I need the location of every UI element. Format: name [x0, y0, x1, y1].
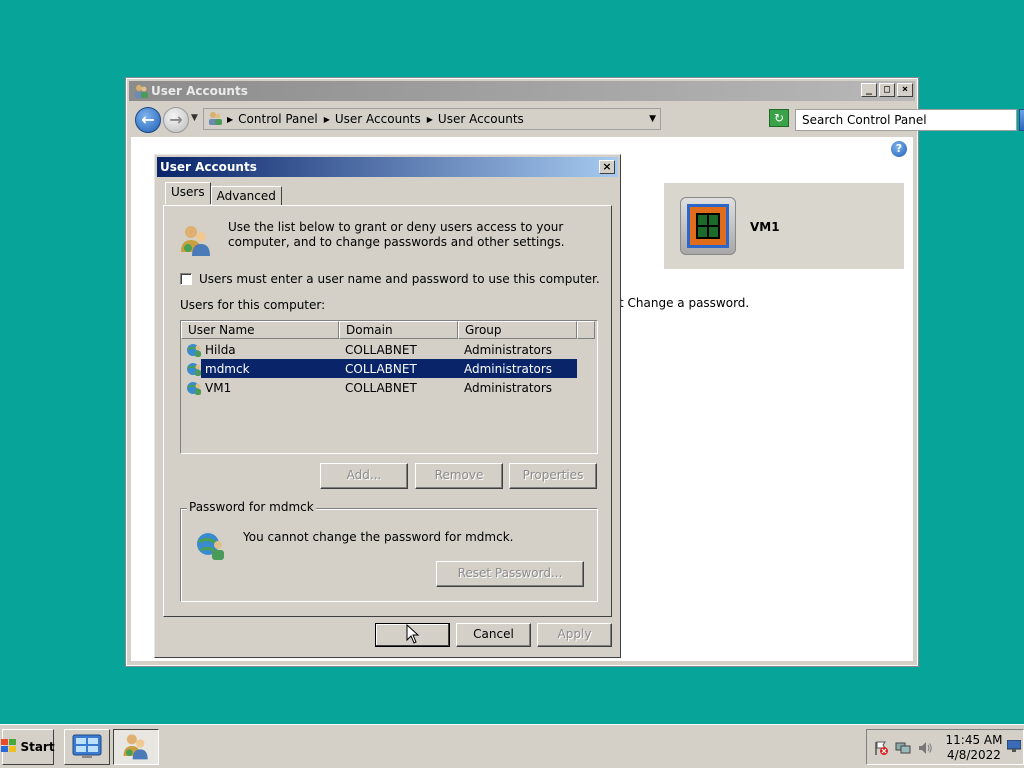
- users-icon: [178, 222, 214, 261]
- password-message: You cannot change the password for mdmck…: [243, 530, 514, 544]
- search-icon[interactable]: ⚲: [1019, 109, 1024, 131]
- domain-cell: COLLABNET: [345, 342, 417, 357]
- dialog-title-bar[interactable]: User Accounts ×: [157, 157, 618, 177]
- user-name-cell: Hilda: [205, 342, 236, 357]
- change-password-link[interactable]: t Change a password.: [619, 296, 749, 310]
- cancel-button[interactable]: Cancel: [456, 623, 531, 647]
- user-name-cell: VM1: [205, 380, 232, 395]
- apply-button[interactable]: Apply: [537, 623, 612, 647]
- account-card: VM1: [664, 183, 904, 269]
- password-groupbox: Password for mdmck You cannot change the…: [180, 500, 598, 602]
- column-domain[interactable]: Domain: [339, 321, 458, 339]
- clock[interactable]: 11:45 AM 4/8/2022: [945, 733, 1003, 763]
- group-cell: Administrators: [464, 361, 553, 376]
- action-center-flag-icon[interactable]: [873, 740, 889, 759]
- address-dropdown-icon[interactable]: ▼: [649, 114, 656, 124]
- listview-header: User Name Domain Group: [181, 321, 597, 339]
- user-name-cell: mdmck: [205, 361, 250, 376]
- breadcrumb-user-accounts[interactable]: ▶ User Accounts: [324, 112, 421, 126]
- require-login-checkbox[interactable]: [180, 273, 192, 285]
- breadcrumb-label: Control Panel: [238, 112, 318, 126]
- breadcrumb-user-accounts-current[interactable]: ▶ User Accounts: [427, 112, 524, 126]
- add-user-button[interactable]: Add...: [320, 463, 408, 489]
- table-row[interactable]: Hilda COLLABNET Administrators: [181, 340, 597, 359]
- table-row-selected[interactable]: mdmck COLLABNET Administrators: [181, 359, 597, 378]
- window-title: User Accounts: [151, 84, 248, 98]
- refresh-icon[interactable]: ↻: [769, 109, 789, 127]
- user-globe-icon: [195, 529, 227, 564]
- group-cell: Administrators: [464, 342, 553, 357]
- tab-advanced[interactable]: Advanced: [210, 186, 282, 206]
- column-filler: [577, 321, 595, 339]
- back-arrow-icon[interactable]: ←: [135, 107, 161, 133]
- group-cell: Administrators: [464, 380, 553, 395]
- dialog-close-button[interactable]: ×: [599, 160, 615, 174]
- breadcrumb-label: User Accounts: [334, 112, 421, 126]
- volume-icon[interactable]: [917, 740, 933, 759]
- window-title-bar[interactable]: User Accounts _ □ ×: [129, 81, 915, 101]
- dialog-tabs: Users Advanced: [165, 182, 282, 206]
- network-icon[interactable]: [895, 740, 911, 759]
- maximize-button[interactable]: □: [879, 83, 895, 97]
- remove-user-button[interactable]: Remove: [415, 463, 503, 489]
- mouse-cursor-icon: [406, 623, 420, 647]
- close-button[interactable]: ×: [897, 83, 913, 97]
- table-row[interactable]: VM1 COLLABNET Administrators: [181, 378, 597, 397]
- dialog-title: User Accounts: [160, 160, 257, 174]
- server-manager-taskbar-button[interactable]: [64, 729, 110, 765]
- control-panel-icon: [207, 110, 223, 129]
- start-button[interactable]: Start: [1, 729, 55, 765]
- breadcrumb-arrow-icon[interactable]: ▶: [427, 115, 433, 124]
- breadcrumb-arrow-icon[interactable]: ▶: [324, 115, 330, 124]
- forward-arrow-icon[interactable]: →: [163, 107, 189, 133]
- search-input[interactable]: Search Control Panel: [795, 109, 1017, 131]
- user-globe-icon: [186, 380, 202, 396]
- require-login-label: Users must enter a user name and passwor…: [199, 272, 600, 286]
- tab-users[interactable]: Users: [165, 182, 211, 204]
- breadcrumb-arrow-icon[interactable]: ▶: [227, 115, 233, 124]
- server-manager-icon: [72, 733, 102, 762]
- password-group-legend: Password for mdmck: [187, 500, 316, 514]
- breadcrumb-label: User Accounts: [437, 112, 524, 126]
- domain-cell: COLLABNET: [345, 380, 417, 395]
- show-desktop-icon[interactable]: [1006, 739, 1022, 755]
- column-group[interactable]: Group: [458, 321, 577, 339]
- start-label: Start: [20, 740, 55, 754]
- domain-cell: COLLABNET: [345, 361, 417, 376]
- user-accounts-icon: [133, 83, 149, 105]
- account-picture[interactable]: [680, 197, 736, 255]
- breadcrumb-control-panel[interactable]: ▶ Control Panel: [227, 112, 318, 126]
- require-login-row[interactable]: Users must enter a user name and passwor…: [180, 272, 600, 286]
- address-bar[interactable]: ▶ Control Panel ▶ User Accounts ▶ User Acco…: [203, 108, 661, 130]
- users-listview[interactable]: User Name Domain Group Hilda COLLABNET A…: [180, 320, 598, 454]
- intro-text: Use the list below to grant or deny user…: [228, 220, 565, 249]
- navigation-bar: ← → ▼ ▶ Control Panel ▶ User Accounts ▶ Use…: [131, 103, 1024, 135]
- user-accounts-dialog: User Accounts × Users Advanced Use the l…: [154, 154, 621, 658]
- users-tab-panel: Use the list below to grant or deny user…: [163, 205, 612, 617]
- clock-date: 4/8/2022: [947, 748, 1001, 762]
- reset-password-button[interactable]: Reset Password...: [436, 561, 584, 587]
- user-accounts-icon: [121, 731, 151, 764]
- taskbar: Start 11:45 AM 4/8/2022: [0, 724, 1024, 768]
- user-globe-icon: [186, 361, 202, 377]
- history-dropdown-icon[interactable]: ▼: [191, 113, 198, 123]
- user-globe-icon: [186, 342, 202, 358]
- windows-flag-icon: [1, 738, 17, 756]
- account-name: VM1: [750, 220, 780, 234]
- column-user-name[interactable]: User Name: [181, 321, 339, 339]
- minimize-button[interactable]: _: [861, 83, 877, 97]
- properties-button[interactable]: Properties: [509, 463, 597, 489]
- clock-time: 11:45 AM: [945, 733, 1003, 747]
- users-list-label: Users for this computer:: [180, 298, 326, 312]
- user-accounts-taskbar-button[interactable]: [113, 729, 159, 765]
- system-tray: 11:45 AM 4/8/2022: [866, 729, 1024, 765]
- help-icon[interactable]: ?: [891, 141, 907, 157]
